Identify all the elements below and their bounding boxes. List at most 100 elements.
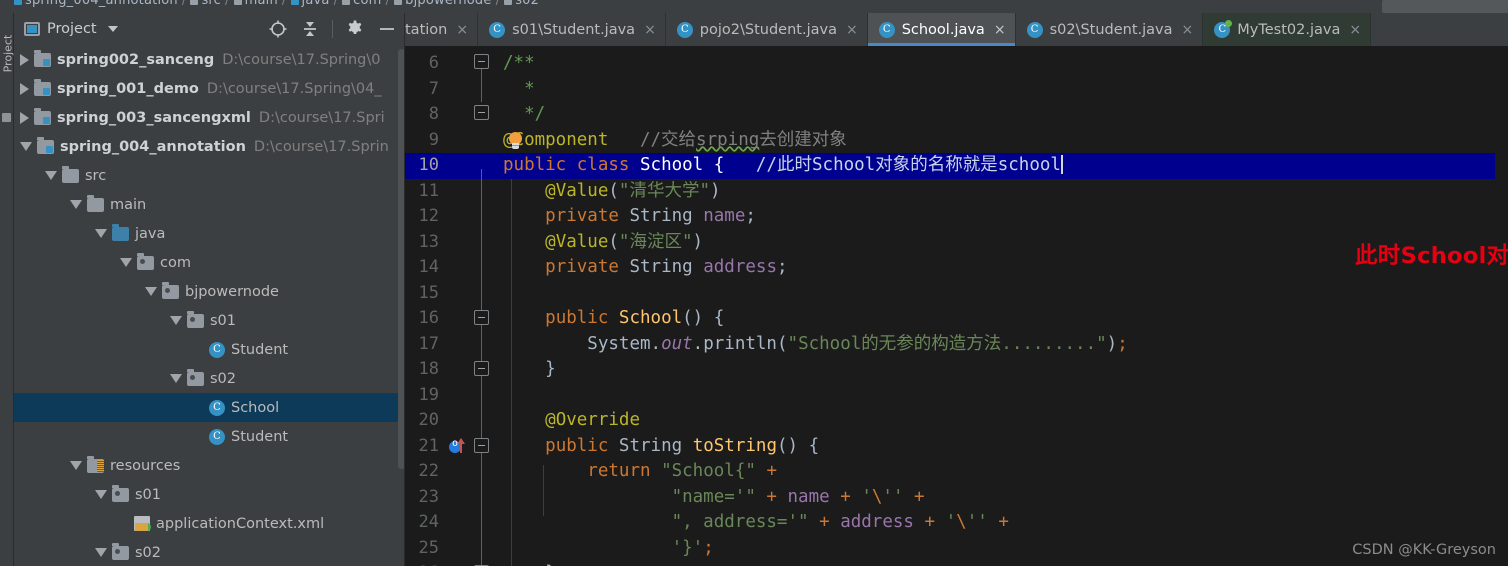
indent-guide — [511, 178, 512, 566]
editor-tab-bar[interactable]: tation × Cs01\Student.java × Cpojo2\Student.… — [405, 13, 1508, 46]
chevron-down-icon[interactable] — [95, 490, 107, 499]
code-line[interactable]: /** — [503, 51, 1508, 77]
editor-tab-label: School.java — [901, 21, 985, 38]
chevron-down-icon[interactable] — [70, 461, 82, 470]
project-tree[interactable]: spring002_sanceng D:\course\17.Spring\0 sp… — [14, 45, 405, 566]
line-number: 21 — [418, 435, 439, 456]
chevron-down-icon[interactable] — [120, 258, 132, 267]
editor-tab-tation[interactable]: tation × — [405, 13, 479, 46]
code-editor[interactable]: 6 7 8 9 10 11 12 13 14 15 16 17 18 19 20 21 22 23 24 25 26 /… — [405, 46, 1508, 566]
code-line[interactable]: */ — [503, 102, 1508, 128]
chevron-right-icon[interactable] — [20, 111, 29, 124]
breadcrumb-item-2[interactable]: main — [245, 0, 278, 8]
close-icon[interactable]: × — [1349, 22, 1361, 38]
fold-end-icon[interactable] — [474, 361, 489, 376]
close-icon[interactable]: × — [456, 22, 468, 38]
code-line[interactable]: public String toString() { — [503, 434, 1508, 460]
code-area[interactable]: /** * */@Component //交给srping去创建对象 public… — [493, 46, 1508, 566]
tree-item-com[interactable]: com — [14, 248, 405, 277]
chevron-down-icon[interactable] — [170, 374, 182, 383]
tree-item-spring_003_sancengxml[interactable]: spring_003_sancengxml D:\course\17.Spri — [14, 103, 405, 132]
code-line[interactable]: private String name; — [503, 204, 1508, 230]
chevron-down-icon[interactable] — [20, 142, 32, 151]
tree-item-student[interactable]: C Student — [14, 422, 405, 451]
breadcrumb-item-3[interactable]: java — [302, 0, 330, 8]
fold-collapse-icon[interactable] — [474, 54, 489, 69]
editor-tab-mytest02-java[interactable]: C MyTest02.java × — [1203, 13, 1372, 46]
chevron-down-icon[interactable] — [70, 200, 82, 209]
hide-panel-icon[interactable] — [377, 19, 397, 39]
tree-item-resources[interactable]: resources — [14, 451, 405, 480]
tree-item-s01[interactable]: s01 — [14, 306, 405, 335]
code-line[interactable]: } — [503, 561, 1508, 566]
breadcrumb-item-1[interactable]: src — [201, 0, 221, 8]
editor-tab-pojo2-student-java[interactable]: Cpojo2\Student.java × — [666, 13, 868, 46]
chevron-right-icon[interactable] — [20, 53, 29, 66]
breadcrumb-separator: / — [181, 0, 187, 8]
left-strip-project-label[interactable]: Project — [2, 32, 15, 76]
tree-item-school[interactable]: C School — [14, 393, 405, 422]
top-right-widget[interactable] — [1382, 0, 1508, 13]
tree-item-java[interactable]: java — [14, 219, 405, 248]
close-icon[interactable]: × — [994, 22, 1006, 38]
code-line[interactable]: @Value("清华大学") — [503, 179, 1508, 205]
code-line[interactable]: public class School { //此时School对象的名称就是s… — [503, 153, 1508, 179]
code-line[interactable]: @Component //交给srping去创建对象 — [503, 128, 1508, 154]
settings-gear-icon[interactable] — [345, 19, 365, 39]
breadcrumb[interactable]: spring_004_annotation / src / main / java / com /… — [0, 0, 1508, 13]
tree-item-student[interactable]: C Student — [14, 335, 405, 364]
tree-item-spring_001_demo[interactable]: spring_001_demo D:\course\17.Spring\04_ — [14, 74, 405, 103]
tree-item-s02[interactable]: s02 — [14, 538, 405, 566]
tree-item-bjpowernode[interactable]: bjpowernode — [14, 277, 405, 306]
collapse-all-icon[interactable] — [300, 19, 320, 39]
editor-scroll-gutter[interactable] — [1495, 46, 1508, 566]
structure-tool-icon[interactable] — [2, 113, 11, 122]
chevron-right-icon[interactable] — [20, 82, 29, 95]
tree-item-s02[interactable]: s02 — [14, 364, 405, 393]
close-icon[interactable]: × — [644, 22, 656, 38]
override-method-marker[interactable] — [449, 437, 471, 455]
tree-item-spring002_sanceng[interactable]: spring002_sanceng D:\course\17.Spring\0 — [14, 45, 405, 74]
tree-item-spring_004_annotation[interactable]: spring_004_annotation D:\course\17.Sprin — [14, 132, 405, 161]
tree-item-src[interactable]: src — [14, 161, 405, 190]
chevron-down-icon[interactable] — [145, 287, 157, 296]
fold-collapse-icon[interactable] — [474, 310, 489, 325]
fold-end-icon[interactable] — [474, 105, 489, 120]
line-number: 24 — [418, 512, 439, 532]
code-line[interactable]: return "School{" + — [503, 459, 1508, 485]
code-line[interactable] — [503, 281, 1508, 307]
editor-tab-s01-student-java[interactable]: Cs01\Student.java × — [478, 13, 666, 46]
project-title-button[interactable]: Project — [24, 21, 118, 37]
code-line[interactable]: * — [503, 77, 1508, 103]
editor-tab-s02-student-java[interactable]: Cs02\Student.java × — [1016, 13, 1204, 46]
tree-item-applicationcontext-xml[interactable]: applicationContext.xml — [14, 509, 405, 538]
editor-tab-school-java[interactable]: C School.java × — [867, 13, 1016, 46]
chevron-down-icon[interactable] — [95, 229, 107, 238]
code-line[interactable]: } — [503, 357, 1508, 383]
code-line[interactable]: "name='" + name + '\'' + — [503, 485, 1508, 511]
code-line[interactable]: public School() { — [503, 306, 1508, 332]
chevron-down-icon[interactable] — [170, 316, 182, 325]
locate-icon[interactable] — [268, 19, 288, 39]
chevron-down-icon[interactable] — [45, 171, 57, 180]
close-icon[interactable]: × — [846, 22, 858, 38]
breadcrumb-item-4[interactable]: com — [353, 0, 381, 8]
fold-collapse-icon[interactable] — [474, 437, 489, 453]
left-tool-strip[interactable]: Project — [0, 13, 15, 566]
breadcrumb-item-6[interactable]: s02 — [515, 0, 539, 8]
tree-item-s01[interactable]: s01 — [14, 480, 405, 509]
line-number: 16 — [418, 308, 439, 328]
chevron-down-icon[interactable] — [107, 26, 118, 32]
breadcrumb-item-0[interactable]: spring_004_annotation — [25, 0, 178, 8]
breadcrumb-item-5[interactable]: bjpowernode — [405, 0, 491, 8]
code-folding-strip[interactable] — [471, 46, 493, 566]
code-line[interactable]: ", address='" + address + '\'' + — [503, 510, 1508, 536]
code-line[interactable] — [503, 383, 1508, 409]
lightbulb-icon[interactable] — [507, 131, 524, 151]
chevron-down-icon[interactable] — [95, 548, 107, 557]
tree-item-main[interactable]: main — [14, 190, 405, 219]
close-icon[interactable]: × — [1182, 22, 1194, 38]
code-line[interactable]: @Override — [503, 408, 1508, 434]
code-line[interactable]: System.out.println("School的无参的构造方法......… — [503, 332, 1508, 358]
xml-file-icon — [134, 516, 151, 531]
